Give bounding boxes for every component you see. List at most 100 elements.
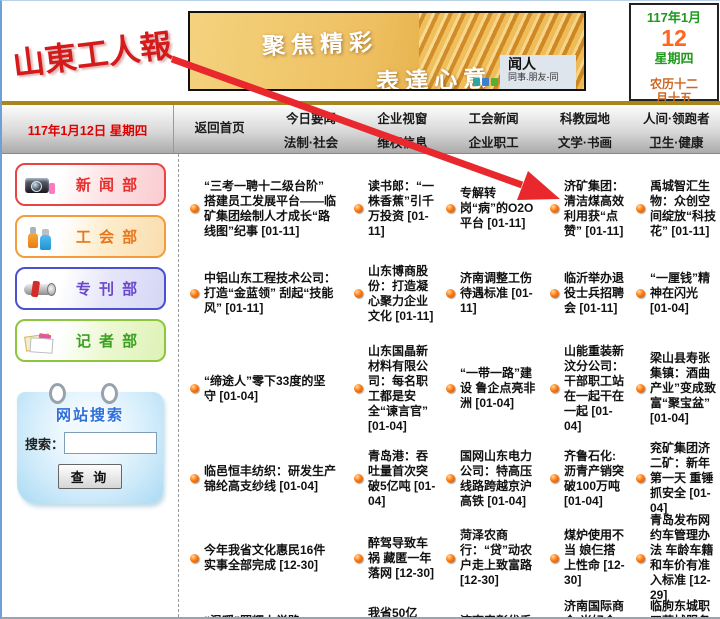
news-cell: 山东博商股份：打造凝心聚力企业文化 [01-11] [348,251,440,336]
news-row: “缔途人”零下33度的坚守 [01-04] 山东国晶新材料有限公司：每名职工都是安… [180,336,720,441]
news-link[interactable]: 齐鲁石化:沥青产销突破100万吨 [01-04] [564,449,627,509]
news-link[interactable]: 专解转岗“病”的O2O平台 [01-11] [460,186,541,231]
news-cell: 兖矿集团济二矿：新年第一天 重锤抓安全 [01-04] [630,441,720,516]
sidebar-department-button[interactable]: 记 者 部 [15,319,166,362]
department-label: 专 刊 部 [57,278,158,299]
news-link[interactable]: 中铝山东工程技术公司：打造“金蓝领” 刮起“技能风” [01-11] [204,271,336,316]
nav-column: 工会新闻企业职工 [448,105,539,153]
color-chips [473,78,498,86]
news-cell: “一带一路”建设 鲁企点亮非洲 [01-04] [440,336,544,441]
news-link[interactable]: 禹城智汇生物：众创空间绽放“科技花” [01-11] [650,179,717,239]
nav-link[interactable]: 科教园地 [539,108,630,127]
news-cell: 青岛发布网约车管理办法 车龄车籍和车价有准入标准 [12-29] [630,513,720,603]
people-icon [23,222,57,252]
nav-link[interactable]: 工会新闻 [448,108,539,127]
news-link[interactable]: 山东博商股份：打造凝心聚力企业文化 [01-11] [368,264,437,324]
page: 山東工人報 聚焦精彩 表達心意 闻人 同事.朋友-同 117年1月 12 星期四… [0,0,720,619]
news-link[interactable]: 国网山东电力公司：特高压线路跨越京沪高铁 [01-04] [460,449,541,509]
bullet-icon [550,474,559,483]
news-cell: 中铝山东工程技术公司：打造“金蓝领” 刮起“技能风” [01-11] [180,251,348,336]
news-link[interactable]: 济南表彰优秀 [460,614,532,619]
news-link[interactable]: “一厘钱”精神在闪光 [01-04] [650,271,717,316]
news-link[interactable]: 山东国晶新材料有限公司：每名职工都是安全“谏言官” [01-04] [368,344,437,434]
binder-ring-icon [101,383,118,404]
nav-link[interactable]: 返回首页 [174,117,265,136]
news-link[interactable]: 今年我省文化惠民16件实事全部完成 [12-30] [204,543,336,573]
news-cell: 临邑恒丰纺织：研发生产锦纶高支纱线 [01-04] [180,441,348,516]
news-link[interactable]: 临沂举办退役士兵招聘会 [01-11] [564,271,627,316]
press-cards-icon [23,326,57,356]
news-link[interactable]: 山能重装新汶分公司：干部职工站在一起干在一起 [01-04] [564,344,627,434]
bullet-icon [354,289,363,298]
sidebar-department-button[interactable]: 专 刊 部 [15,267,166,310]
bullet-icon [446,554,455,563]
sidebar-department-button[interactable]: 新 闻 部 [15,163,166,206]
news-row: “温暖”照耀上学路 我省50亿建“对一济南表彰优秀 济南国际商会:当好会员企 临朐东城… [180,591,720,619]
news-row: “三考一聘十二级台阶” 搭建员工发展平台——临矿集团绘制人才成长“路线图”纪事 … [180,166,720,251]
news-link[interactable]: 醉驾导致车祸 藏匿一年落网 [12-30] [368,536,437,581]
news-cell: 梁山县寿张集镇：酒曲产业”变成致富“聚宝盆” [01-04] [630,336,720,441]
news-link[interactable]: “三考一聘十二级台阶” 搭建员工发展平台——临矿集团绘制人才成长“路线图”纪事 … [204,179,336,239]
news-link[interactable]: 菏泽农商行：“贷”动农户走上致富路 [12-30] [460,528,541,588]
bullet-icon [190,289,199,298]
news-link[interactable]: “一带一路”建设 鲁企点亮非洲 [01-04] [460,366,541,411]
bullet-icon [446,289,455,298]
search-title: 网站搜索 [17,392,163,425]
calendar-widget: 117年1月 12 星期四 农历十二 月十五 [629,3,719,101]
nav-link[interactable]: 法制·社会 [265,132,356,151]
news-cell: 临朐东城职工药械服务站启 [630,591,720,619]
department-buttons: 新 闻 部工 会 部专 刊 部记 者 部 [2,163,178,362]
calendar-day: 12 [631,26,717,50]
news-cell: 我省50亿建“对一 [348,591,440,619]
site-logo[interactable]: 山東工人報 [10,19,186,86]
news-link[interactable]: 梁山县寿张集镇：酒曲产业”变成致富“聚宝盆” [01-04] [650,351,717,426]
news-link[interactable]: 临朐东城职工药械服务站启 [650,599,717,619]
bullet-icon [636,554,645,563]
news-link[interactable]: 青岛港：吞吐量首次突破5亿吨 [01-04] [368,449,437,509]
search-submit-button[interactable]: 查 询 [58,464,123,489]
news-link[interactable]: 济南调整工伤待遇标准 [01-11] [460,271,541,316]
news-cell: 济南国际商会:当好会员企 [544,591,630,619]
news-link[interactable]: 临邑恒丰纺织：研发生产锦纶高支纱线 [01-04] [204,464,336,494]
bullet-icon [354,204,363,213]
news-cell: 济矿集团：清洁煤高效利用获“点赞” [01-11] [544,166,630,251]
news-cell: “温暖”照耀上学路 [180,591,348,619]
news-link[interactable]: 读书郎：“一株香蕉”引千万投资 [01-11] [368,179,437,239]
news-cell: “缔途人”零下33度的坚守 [01-04] [180,336,348,441]
nav-link[interactable]: 人间·领跑者 [631,108,720,127]
nav-links: 返回首页今日要闻法制·社会企业视窗维权信息工会新闻企业职工科教园地文学·书画人间… [174,105,720,153]
sidebar-department-button[interactable]: 工 会 部 [15,215,166,258]
bullet-icon [354,384,363,393]
department-label: 记 者 部 [57,330,158,351]
nav-link[interactable]: 今日要闻 [265,108,356,127]
news-link[interactable]: “缔途人”零下33度的坚守 [01-04] [204,374,336,404]
news-link[interactable]: 青岛发布网约车管理办法 车龄车籍和车价有准入标准 [12-29] [650,513,717,603]
nav-link[interactable]: 企业视窗 [357,108,448,127]
news-link[interactable]: 济矿集团：清洁煤高效利用获“点赞” [01-11] [564,179,627,239]
news-link[interactable]: 济南国际商会:当好会员企 [564,599,627,619]
news-cell: 临沂举办退役士兵招聘会 [01-11] [544,251,630,336]
bullet-icon [190,554,199,563]
scroll-icon [23,274,57,304]
nav-link[interactable]: 文学·书画 [539,132,630,151]
bullet-icon [550,204,559,213]
nav-link[interactable]: 卫生·健康 [631,132,720,151]
news-link[interactable]: “温暖”照耀上学路 [204,614,300,619]
news-cell: “一厘钱”精神在闪光 [01-04] [630,251,720,336]
camera-icon [23,170,57,200]
news-cell: 齐鲁石化:沥青产销突破100万吨 [01-04] [544,441,630,516]
bullet-icon [636,474,645,483]
banner-popup-title: 闻人 [508,57,576,72]
news-link[interactable]: 兖矿集团济二矿：新年第一天 重锤抓安全 [01-04] [650,441,717,516]
nav-link[interactable]: 企业职工 [448,132,539,151]
bullet-icon [190,474,199,483]
news-link[interactable]: 煤炉使用不当 娘仨搭上性命 [12-30] [564,528,627,588]
bullet-icon [636,204,645,213]
news-cell: 山东国晶新材料有限公司：每名职工都是安全“谏言官” [01-04] [348,336,440,441]
banner-slogan-line1: 聚焦精彩 [261,23,378,61]
news-link[interactable]: 我省50亿建“对一 [368,606,437,619]
nav-link[interactable]: 维权信息 [357,132,448,151]
nav-column: 企业视窗维权信息 [357,105,448,153]
search-input[interactable] [64,432,157,454]
banner-image: 聚焦精彩 表達心意 闻人 同事.朋友-同 [188,11,586,91]
